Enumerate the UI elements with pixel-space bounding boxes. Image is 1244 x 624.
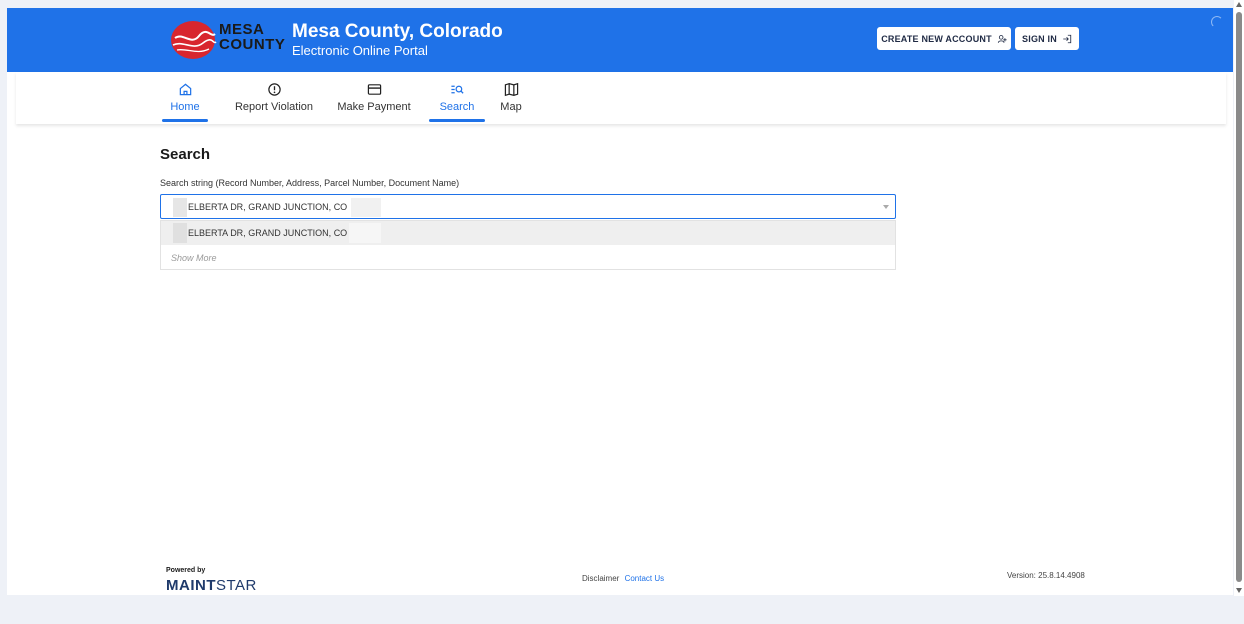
- nav-map-label: Map: [500, 101, 522, 113]
- page-title: Search: [160, 146, 211, 163]
- redaction-block: [173, 223, 187, 243]
- suggestion-text: ELBERTA DR, GRAND JUNCTION, CO: [188, 228, 348, 238]
- powered-by-label: Powered by: [166, 567, 206, 574]
- credit-card-icon: [367, 84, 381, 95]
- footer-links: Disclaimer Contact Us: [582, 574, 664, 583]
- brand-light: STAR: [216, 577, 257, 594]
- scroll-down-icon[interactable]: [1236, 588, 1242, 593]
- create-account-button[interactable]: CREATE NEW ACCOUNT: [877, 27, 1011, 50]
- disclaimer-link[interactable]: Disclaimer: [582, 574, 619, 583]
- nav-make-payment-label: Make Payment: [337, 101, 411, 113]
- nav-map[interactable]: Map: [497, 72, 525, 124]
- site-header: MESA COUNTY Mesa County, Colorado Electr…: [7, 8, 1233, 72]
- scroll-up-icon[interactable]: [1236, 2, 1242, 7]
- chevron-down-icon[interactable]: [883, 205, 889, 209]
- search-input[interactable]: ELBERTA DR, GRAND JUNCTION, CO: [160, 194, 896, 219]
- home-icon: [179, 83, 191, 96]
- page: MESA COUNTY Mesa County, Colorado Electr…: [7, 8, 1233, 595]
- sign-in-button[interactable]: SIGN IN: [1015, 27, 1079, 50]
- main-nav: Home Report Violation Make Payment Searc…: [16, 72, 1226, 124]
- search-suggestions: ELBERTA DR, GRAND JUNCTION, CO Show More: [160, 220, 896, 270]
- nav-make-payment[interactable]: Make Payment: [334, 72, 414, 124]
- contact-us-link[interactable]: Contact Us: [625, 574, 665, 583]
- nav-search-label: Search: [439, 101, 475, 113]
- scroll-thumb[interactable]: [1236, 12, 1242, 582]
- search-label: Search string (Record Number, Address, P…: [160, 178, 460, 188]
- redaction-block: [351, 198, 381, 217]
- search-input-value: ELBERTA DR, GRAND JUNCTION, CO: [188, 202, 348, 212]
- loading-spinner-icon: [1211, 16, 1223, 28]
- suggestion-item[interactable]: ELBERTA DR, GRAND JUNCTION, CO: [161, 221, 895, 245]
- page-scrollbar[interactable]: [1234, 0, 1244, 596]
- redaction-block: [173, 198, 187, 217]
- site-title: Mesa County, Colorado: [292, 21, 503, 42]
- search-list-icon: [450, 85, 464, 94]
- maintstar-logo[interactable]: MAINTSTAR: [166, 577, 257, 594]
- add-user-icon: [997, 34, 1007, 43]
- sign-in-label: SIGN IN: [1022, 33, 1057, 44]
- alert-circle-icon: [267, 83, 281, 96]
- brand-bold: MAINT: [166, 577, 216, 594]
- show-more-link[interactable]: Show More: [171, 253, 217, 263]
- nav-report-violation[interactable]: Report Violation: [227, 72, 321, 124]
- nav-active-underline: [429, 119, 485, 122]
- map-icon: [504, 82, 518, 97]
- logo-text-county: COUNTY: [219, 36, 286, 53]
- nav-home[interactable]: Home: [162, 72, 208, 124]
- nav-search[interactable]: Search: [429, 72, 485, 124]
- version-label: Version: 25.8.14.4908: [1007, 571, 1085, 580]
- nav-active-underline: [162, 119, 208, 122]
- nav-report-violation-label: Report Violation: [234, 101, 314, 113]
- sign-in-icon: [1063, 34, 1072, 43]
- site-subtitle: Electronic Online Portal: [292, 43, 428, 58]
- redaction-block: [349, 223, 381, 243]
- create-account-label: CREATE NEW ACCOUNT: [881, 33, 992, 44]
- nav-home-label: Home: [170, 101, 200, 113]
